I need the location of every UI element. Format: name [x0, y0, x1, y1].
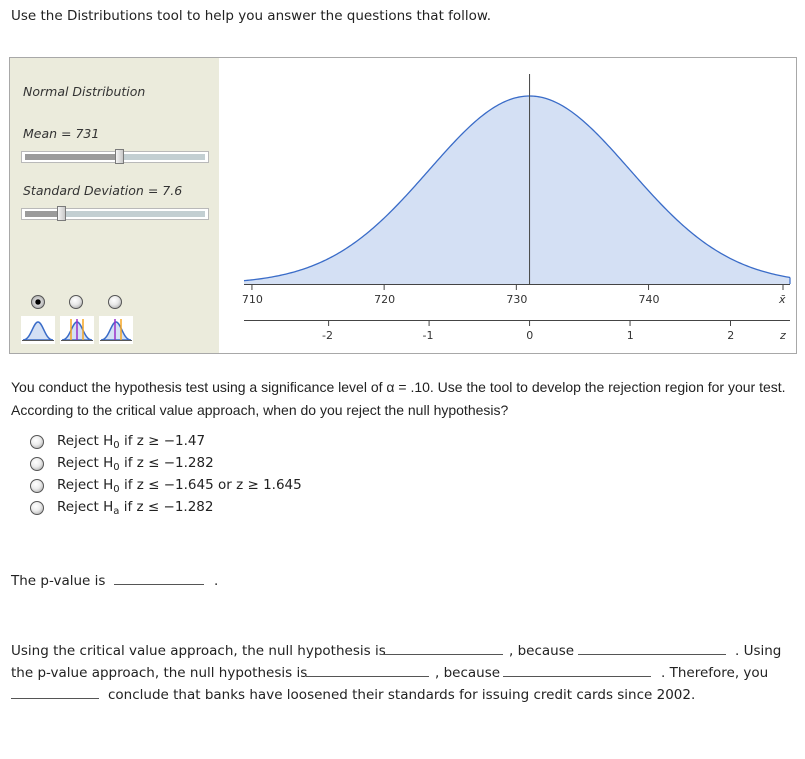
answer-option[interactable]: Reject H0 if z ≥ −1.47	[30, 431, 302, 453]
z-tick-label: 2	[727, 329, 734, 342]
conclusion-text-3: conclude that banks have loosened their …	[108, 687, 696, 703]
sd-slider-fill	[25, 211, 61, 217]
distribution-label: Normal Distribution	[23, 84, 146, 99]
mean-slider-thumb[interactable]	[114, 149, 124, 164]
critical-approach-decision-dropdown[interactable]	[380, 640, 503, 655]
control-panel: Normal Distribution Mean = 731 Standard …	[10, 58, 219, 353]
conclusion-text-1a: Using the critical value approach, the n…	[11, 643, 386, 659]
z-tick-label: -2	[322, 329, 333, 342]
x-tick-label: 730	[506, 293, 527, 306]
two-tailed-curve-icon[interactable]	[60, 316, 94, 344]
conclusion-text-2a: the p-value approach, the null hypothesi…	[11, 665, 308, 681]
conclusion-text-1b: , because	[509, 643, 575, 659]
answer-option-radio[interactable]	[30, 435, 44, 449]
answer-option[interactable]: Reject Ha if z ≤ −1.282	[30, 497, 302, 519]
plain-curve-icon[interactable]	[21, 316, 55, 344]
answer-options: Reject H0 if z ≥ −1.47 Reject H0 if z ≤ −…	[30, 431, 302, 519]
z-tick-label: 1	[627, 329, 634, 342]
pvalue-label: The p-value is	[11, 573, 106, 589]
answer-option[interactable]: Reject H0 if z ≤ −1.282	[30, 453, 302, 475]
mean-slider-fill	[25, 154, 119, 160]
sd-slider[interactable]	[21, 206, 209, 221]
one-tailed-curve-icon[interactable]	[99, 316, 133, 344]
z-tick-label: -1	[422, 329, 433, 342]
conclusion-text-1c: . Using	[735, 643, 782, 659]
x-tick-label: 720	[374, 293, 395, 306]
pvalue-line: The p-value is .	[11, 570, 218, 589]
mode-radio-one-tailed[interactable]	[108, 295, 122, 309]
answer-option-radio[interactable]	[30, 457, 44, 471]
z-tick-label: 0	[526, 329, 533, 342]
conclusion-text-2c: . Therefore, you	[661, 665, 769, 681]
question-text: You conduct the hypothesis test using a …	[11, 379, 786, 418]
x-tick-label: 740	[639, 293, 660, 306]
conclusion-paragraph: Using the critical value approach, the n…	[11, 640, 796, 706]
pvalue-approach-reason-dropdown[interactable]	[503, 662, 651, 677]
sd-slider-thumb[interactable]	[57, 206, 66, 221]
distributions-tool: Normal Distribution Mean = 731 Standard …	[9, 57, 797, 354]
x-tick-label: 710	[242, 293, 263, 306]
curve-area	[244, 96, 790, 284]
answer-option-label: Reject H0 if z ≤ −1.645 or z ≥ 1.645	[57, 477, 302, 495]
x-axis-label: x̄	[778, 293, 786, 306]
mode-radio-two-tailed[interactable]	[69, 295, 83, 309]
mode-radio-plain[interactable]	[31, 295, 45, 309]
pvalue-approach-decision-dropdown[interactable]	[306, 662, 429, 677]
answer-option-radio[interactable]	[30, 479, 44, 493]
answer-option-label: Reject Ha if z ≤ −1.282	[57, 499, 214, 517]
sd-label: Standard Deviation = 7.6	[23, 183, 183, 198]
intro-text: Use the Distributions tool to help you a…	[11, 8, 492, 24]
answer-option[interactable]: Reject H0 if z ≤ −1.645 or z ≥ 1.645	[30, 475, 302, 497]
answer-option-label: Reject H0 if z ≥ −1.47	[57, 433, 206, 451]
critical-approach-reason-dropdown[interactable]	[578, 640, 726, 655]
z-axis-label: z	[779, 329, 786, 342]
pvalue-input[interactable]	[113, 570, 204, 585]
mean-slider[interactable]	[21, 149, 209, 164]
answer-option-label: Reject H0 if z ≤ −1.282	[57, 455, 214, 473]
pvalue-period: .	[214, 573, 219, 589]
final-conclusion-dropdown[interactable]	[11, 684, 99, 699]
mean-label: Mean = 731	[23, 126, 100, 141]
answer-option-radio[interactable]	[30, 501, 44, 515]
normal-distribution-chart[interactable]: 710 720 730 740 x̄ -2 -1 0 1 2 z	[219, 58, 796, 353]
conclusion-text-2b: , because	[435, 665, 501, 681]
